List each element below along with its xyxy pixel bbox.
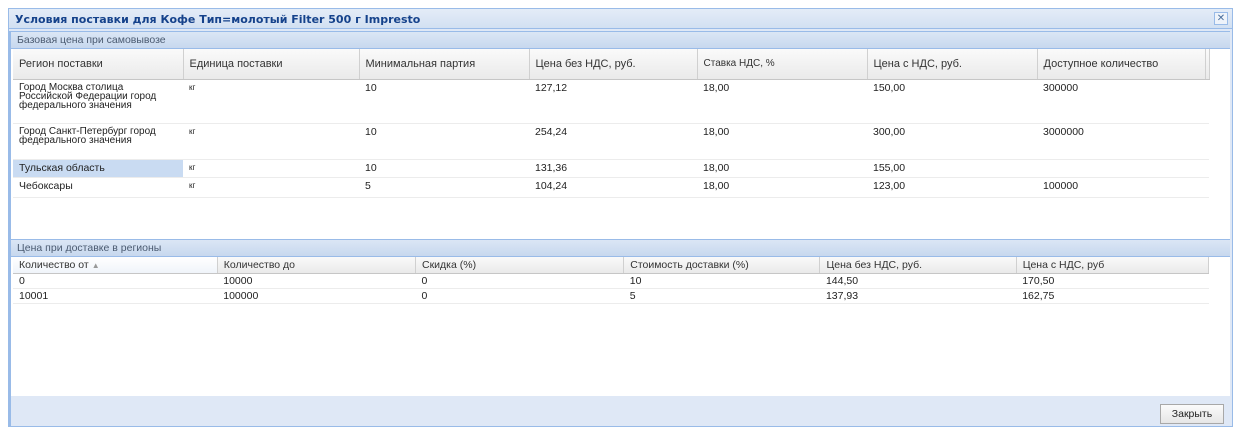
cell-vat-rate: 18,00 (697, 123, 867, 160)
window-title: Условия поставки для Кофе Тип=молотый Fi… (15, 13, 421, 26)
cell-vat-rate: 18,00 (697, 159, 867, 178)
cell-price-no-vat: 104,24 (529, 177, 697, 198)
cell-region: Тульская область (13, 159, 183, 178)
cell-price-no-vat: 254,24 (529, 123, 697, 160)
delivery-header-row: Количество от ▲ Количество до Скидка (%) … (13, 257, 1210, 274)
cell-unit: кг (183, 159, 359, 178)
col-price-with-vat[interactable]: Цена с НДС, руб (1016, 257, 1210, 274)
window-footer: Закрыть (11, 396, 1230, 426)
cell-price-with-vat: 162,75 (1016, 288, 1209, 304)
cell-min-lot: 5 (359, 177, 529, 198)
table-row[interactable]: 10001 100000 0 5 137,93 162,75 (13, 288, 1209, 304)
col-unit[interactable]: Единица поставки (183, 49, 360, 80)
col-min-lot[interactable]: Минимальная партия (359, 49, 530, 80)
cell-available-qty: 100000 (1037, 177, 1205, 198)
col-vat-rate[interactable]: Ставка НДС, % (697, 49, 868, 80)
cell-min-lot: 10 (359, 159, 529, 178)
cell-vat-rate: 18,00 (697, 79, 867, 124)
delivery-price-panel: Цена при доставке в регионы Количество о… (11, 239, 1230, 419)
table-row[interactable]: Чебоксары кг 5 104,24 18,00 123,00 10000… (13, 177, 1209, 198)
window-body: Базовая цена при самовывозе Регион поста… (11, 31, 1230, 396)
col-price-no-vat[interactable]: Цена без НДС, руб. (529, 49, 698, 80)
base-price-panel: Базовая цена при самовывозе Регион поста… (11, 31, 1230, 223)
cell-vat-rate: 18,00 (697, 177, 867, 198)
base-price-header-row: Регион поставки Единица поставки Минимал… (13, 49, 1210, 80)
col-delivery-cost[interactable]: Стоимость доставки (%) (623, 257, 821, 274)
cell-unit: кг (183, 79, 359, 124)
supply-conditions-window: Условия поставки для Кофе Тип=молотый Fi… (8, 8, 1233, 427)
cell-min-lot: 10 (359, 123, 529, 160)
delivery-price-panel-header: Цена при доставке в регионы (11, 239, 1230, 257)
table-row[interactable]: Город Москва столица Российской Федераци… (13, 79, 1209, 124)
cell-price-with-vat: 300,00 (867, 123, 1037, 160)
cell-discount: 0 (415, 288, 624, 304)
cell-available-qty: 3000000 (1037, 123, 1205, 160)
col-available-qty[interactable]: Доступное количество (1037, 49, 1206, 80)
cell-region: Чебоксары (13, 177, 183, 198)
close-button[interactable]: Закрыть (1160, 404, 1224, 424)
cell-price-with-vat: 150,00 (867, 79, 1037, 124)
cell-price-with-vat: 123,00 (867, 177, 1037, 198)
cell-region: Город Москва столица Российской Федераци… (13, 79, 183, 124)
cell-price-no-vat: 127,12 (529, 79, 697, 124)
delivery-price-table: Количество от ▲ Количество до Скидка (%) … (13, 257, 1210, 304)
col-spacer (1205, 49, 1210, 80)
cell-qty-from: 0 (13, 273, 218, 289)
table-row[interactable]: Город Санкт-Петербург город федерального… (13, 123, 1209, 160)
cell-price-no-vat: 131,36 (529, 159, 697, 178)
cell-min-lot: 10 (359, 79, 529, 124)
table-row[interactable]: 0 10000 0 10 144,50 170,50 (13, 273, 1209, 289)
table-row-selected[interactable]: Тульская область кг 10 131,36 18,00 155,… (13, 159, 1209, 178)
window-titlebar: Условия поставки для Кофе Тип=молотый Fi… (9, 9, 1232, 29)
col-price-no-vat[interactable]: Цена без НДС, руб. (819, 257, 1017, 274)
cell-unit: кг (183, 123, 359, 160)
cell-region: Город Санкт-Петербург город федерального… (13, 123, 183, 160)
cell-price-no-vat: 137,93 (819, 288, 1017, 304)
sort-asc-icon: ▲ (91, 260, 100, 270)
cell-discount: 0 (415, 273, 624, 289)
cell-available-qty (1037, 159, 1205, 178)
col-price-with-vat[interactable]: Цена с НДС, руб. (867, 49, 1038, 80)
close-icon[interactable]: ✕ (1214, 12, 1228, 25)
cell-price-with-vat: 155,00 (867, 159, 1037, 178)
base-price-table: Регион поставки Единица поставки Минимал… (13, 49, 1210, 198)
cell-qty-to: 100000 (217, 288, 416, 304)
cell-qty-from: 10001 (13, 288, 218, 304)
cell-price-no-vat: 144,50 (819, 273, 1017, 289)
col-qty-from-label: Количество от (19, 258, 89, 271)
col-discount[interactable]: Скидка (%) (415, 257, 625, 274)
cell-delivery-cost: 5 (623, 288, 820, 304)
col-qty-from[interactable]: Количество от ▲ (13, 257, 218, 274)
base-price-panel-header: Базовая цена при самовывозе (11, 31, 1230, 49)
cell-qty-to: 10000 (217, 273, 416, 289)
cell-unit: кг (183, 177, 359, 198)
cell-available-qty: 300000 (1037, 79, 1205, 124)
cell-price-with-vat: 170,50 (1016, 273, 1209, 289)
col-qty-to[interactable]: Количество до (217, 257, 416, 274)
col-region[interactable]: Регион поставки (13, 49, 184, 80)
cell-delivery-cost: 10 (623, 273, 820, 289)
